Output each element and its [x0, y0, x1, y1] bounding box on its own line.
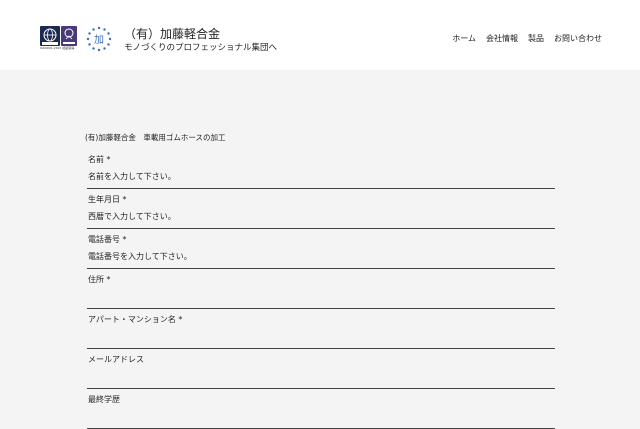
field-address: 住所 * — [87, 269, 557, 309]
apartment-input[interactable] — [87, 329, 557, 343]
field-education: 最終学歴 — [87, 389, 557, 429]
field-email: メールアドレス — [87, 349, 557, 389]
email-input[interactable] — [87, 369, 557, 383]
phone-input[interactable] — [87, 249, 557, 263]
field-label: アパート・マンション名 * — [88, 315, 183, 324]
main-nav: ホーム 会社情報 製品 お問い合わせ — [452, 33, 602, 44]
field-label: メールアドレス — [88, 355, 144, 364]
nav-item-home[interactable]: ホーム — [452, 33, 476, 44]
field-label: 電話番号 * — [88, 235, 127, 244]
address-input[interactable] — [87, 289, 557, 303]
field-phone: 電話番号 * — [87, 229, 557, 269]
cert-caption: ISO9001:2015 認証取得 — [40, 46, 75, 50]
nav-item-company[interactable]: 会社情報 — [486, 33, 518, 44]
field-birthdate: 生年月日 * — [87, 189, 557, 229]
emblem-char: 加 — [94, 34, 104, 46]
field-apartment: アパート・マンション名 * — [87, 309, 557, 349]
name-input[interactable] — [87, 169, 557, 183]
form-title: (有)加藤軽合金 車載用ゴムホースの加工 — [85, 133, 226, 142]
company-tagline: モノづくりのプロフェッショナル集団へ — [124, 43, 278, 53]
education-input[interactable] — [87, 409, 557, 423]
application-form: (有)加藤軽合金 車載用ゴムホースの加工 名前 * 生年月日 * 電話番号 * … — [85, 132, 557, 429]
birthdate-input[interactable] — [87, 209, 557, 223]
company-name: （有）加藤軽合金 — [124, 27, 221, 41]
field-label: 名前 * — [88, 155, 111, 164]
field-label: 住所 * — [88, 275, 111, 284]
internet-globe-icon — [40, 26, 60, 46]
field-label: 生年月日 * — [88, 195, 127, 204]
nav-item-products[interactable]: 製品 — [528, 33, 544, 44]
nav-item-contact[interactable]: お問い合わせ — [554, 33, 602, 44]
company-emblem-icon: 加 — [86, 26, 112, 52]
site-header: ISO9001:2015 認証取得 加 （有）加藤軽合金 モノづくりのプロフェッ… — [0, 0, 640, 70]
certification-mark-icon — [61, 26, 77, 46]
iso-certification-logo: ISO9001:2015 認証取得 — [40, 26, 78, 54]
field-name: 名前 * — [87, 149, 557, 189]
